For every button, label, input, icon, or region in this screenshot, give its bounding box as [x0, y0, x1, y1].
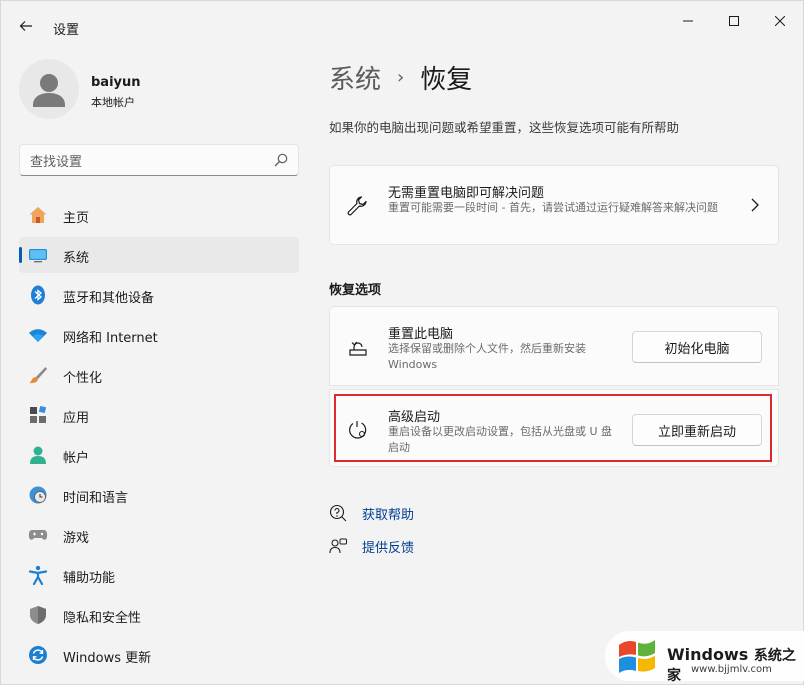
feedback-link[interactable]: 提供反馈 — [329, 535, 414, 557]
sidebar-item-label: 辅助功能 — [63, 571, 116, 586]
section-heading: 恢复选项 — [329, 283, 382, 298]
sidebar-item-system[interactable]: 系统 — [19, 237, 299, 273]
windows-logo-icon — [619, 640, 655, 673]
sidebar-item-label: 应用 — [63, 411, 90, 426]
sidebar-item-privacy[interactable]: 隐私和安全性 — [19, 597, 299, 633]
card-title: 重置此电脑 — [388, 327, 454, 342]
person-icon — [33, 74, 65, 107]
sidebar-item-label: Windows 更新 — [63, 651, 152, 666]
update-icon — [28, 645, 48, 665]
sidebar-item-label: 隐私和安全性 — [63, 611, 142, 626]
help-icon — [329, 504, 347, 522]
get-help-label: 获取帮助 — [362, 507, 415, 523]
card-description: 选择保留或删除个人文件，然后重新安装 Windows — [388, 342, 586, 371]
window-title: 设置 — [53, 23, 80, 38]
minimize-icon — [683, 20, 693, 22]
globe-clock-icon — [28, 485, 48, 505]
sidebar-item-label: 时间和语言 — [63, 491, 129, 506]
page-title: 恢复 — [420, 65, 473, 95]
brush-icon — [28, 365, 48, 385]
back-button[interactable] — [15, 15, 37, 37]
sidebar-item-home[interactable]: 主页 — [19, 197, 299, 233]
sidebar-item-time-language[interactable]: 时间和语言 — [19, 477, 299, 513]
feedback-icon — [329, 537, 347, 555]
minimize-button[interactable] — [665, 7, 711, 35]
sidebar-item-network[interactable]: 网络和 Internet — [19, 317, 299, 353]
search-input[interactable]: 查找设置 — [30, 151, 82, 170]
sidebar-item-bluetooth[interactable]: 蓝牙和其他设备 — [19, 277, 299, 313]
system-icon — [28, 245, 48, 265]
sidebar-item-label: 系统 — [63, 251, 90, 266]
sidebar-item-gaming[interactable]: 游戏 — [19, 517, 299, 553]
search-icon — [274, 153, 288, 167]
search-box[interactable]: 查找设置 — [19, 144, 299, 176]
highlight-annotation — [334, 394, 772, 462]
sidebar-item-label: 网络和 Internet — [63, 331, 158, 346]
avatar — [19, 59, 79, 119]
home-icon — [28, 205, 48, 225]
user-profile[interactable]: baiyun 本地帐户 — [19, 59, 289, 121]
maximize-icon — [729, 16, 739, 26]
apps-icon — [28, 405, 48, 425]
breadcrumb-parent[interactable]: 系统 — [329, 59, 381, 96]
sidebar-item-accounts[interactable]: 帐户 — [19, 437, 299, 473]
reset-pc-card: 重置此电脑 选择保留或删除个人文件，然后重新安装 Windows 初始化电脑 — [329, 306, 779, 386]
sidebar-item-accessibility[interactable]: 辅助功能 — [19, 557, 299, 593]
gamepad-icon — [28, 525, 48, 545]
breadcrumb-separator: › — [397, 67, 405, 88]
title-bar: 设置 — [1, 1, 804, 45]
wifi-icon — [28, 325, 48, 345]
breadcrumb: 系统 › 恢复 — [329, 59, 472, 96]
chevron-right-icon — [751, 198, 759, 212]
sidebar-item-label: 主页 — [63, 211, 90, 226]
settings-window: 设置 baiyun 本地帐户 查找设置 主页 系统 蓝牙和其他设备 网络和 In… — [0, 0, 804, 685]
sidebar-item-personalization[interactable]: 个性化 — [19, 357, 299, 393]
account-type: 本地帐户 — [91, 96, 135, 109]
watermark-url: www.bjjmlv.com — [691, 664, 772, 675]
sidebar-item-label: 帐户 — [63, 451, 90, 466]
sidebar-item-label: 蓝牙和其他设备 — [63, 291, 155, 306]
bluetooth-icon — [28, 285, 48, 305]
get-help-link[interactable]: 获取帮助 — [329, 502, 414, 524]
troubleshoot-card[interactable]: 无需重置电脑即可解决问题 重置可能需要一段时间 - 首先，请尝试通过运行疑难解答… — [329, 165, 779, 245]
watermark: Windows 系统之家 www.bjjmlv.com — [605, 631, 804, 684]
sidebar-item-label: 个性化 — [63, 371, 103, 386]
close-button[interactable] — [757, 7, 803, 35]
accessibility-icon — [28, 565, 48, 585]
sidebar-nav: 主页 系统 蓝牙和其他设备 网络和 Internet 个性化 应用 帐户 时间和… — [19, 197, 299, 677]
sidebar-item-windows-update[interactable]: Windows 更新 — [19, 637, 299, 673]
reset-pc-button[interactable]: 初始化电脑 — [632, 331, 762, 363]
reset-pc-icon — [346, 335, 370, 359]
card-title: 无需重置电脑即可解决问题 — [388, 186, 545, 201]
close-icon — [775, 16, 785, 26]
wrench-icon — [346, 194, 370, 218]
user-name: baiyun — [91, 75, 141, 90]
feedback-label: 提供反馈 — [362, 540, 415, 556]
card-description: 重置可能需要一段时间 - 首先，请尝试通过运行疑难解答来解决问题 — [388, 201, 718, 214]
sidebar-item-apps[interactable]: 应用 — [19, 397, 299, 433]
page-description: 如果你的电脑出现问题或希望重置，这些恢复选项可能有所帮助 — [329, 120, 680, 135]
shield-icon — [28, 605, 48, 625]
account-icon — [28, 445, 48, 465]
watermark-brand-en: Windows — [667, 645, 749, 664]
maximize-button[interactable] — [711, 7, 757, 35]
back-arrow-icon — [19, 21, 32, 31]
sidebar-item-label: 游戏 — [63, 531, 90, 546]
